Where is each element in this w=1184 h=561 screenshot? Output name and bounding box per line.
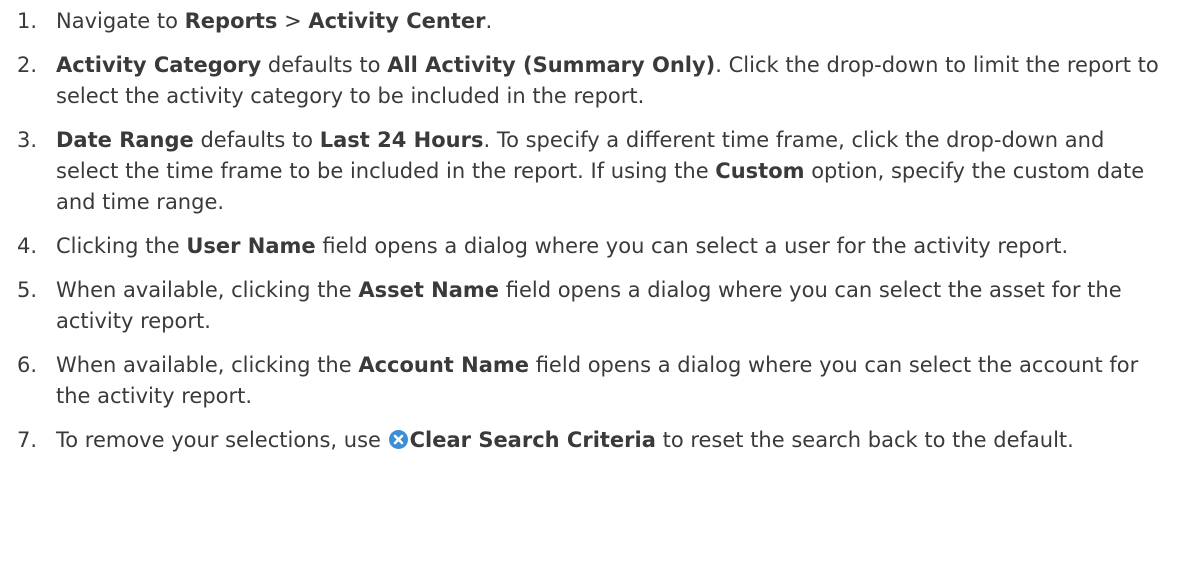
instruction-steps: 1. Navigate to Reports > Activity Center.…: [0, 6, 1184, 456]
clear-search-icon: [388, 430, 408, 449]
step-text: defaults to: [193, 128, 320, 152]
step-text: defaults to: [261, 53, 388, 77]
step-number: 6.: [17, 353, 38, 377]
step-number: 2.: [17, 53, 38, 77]
step-text: .: [485, 9, 493, 33]
bold-term: Date Range: [56, 128, 194, 152]
bold-term: Last 24 Hours: [319, 128, 484, 152]
step-2: 2. Activity Category defaults to All Acti…: [0, 50, 1184, 112]
step-text: To remove your selections, use: [56, 428, 388, 452]
step-7: 7. To remove your selections, use Clear S…: [0, 425, 1184, 456]
bold-term: Account Name: [358, 353, 530, 377]
bold-term: User Name: [186, 234, 316, 258]
step-1: 1. Navigate to Reports > Activity Center.: [0, 6, 1184, 37]
step-number: 4.: [17, 234, 38, 258]
bold-term: Asset Name: [358, 278, 500, 302]
step-6: 6. When available, clicking the Account N…: [0, 350, 1184, 412]
step-text: When available, clicking the: [56, 353, 359, 377]
step-text: Navigate to: [56, 9, 185, 33]
step-text: to reset the search back to the default.: [655, 428, 1074, 452]
bold-term: Custom: [715, 159, 805, 183]
step-3: 3. Date Range defaults to Last 24 Hours. …: [0, 125, 1184, 218]
step-4: 4. Clicking the User Name field opens a d…: [0, 231, 1184, 262]
step-number: 1.: [17, 9, 38, 33]
bold-term: Clear Search Criteria: [409, 428, 656, 452]
step-text: field opens a dialog where you can selec…: [315, 234, 1069, 258]
step-5: 5. When available, clicking the Asset Nam…: [0, 275, 1184, 337]
step-text: When available, clicking the: [56, 278, 359, 302]
step-number: 3.: [17, 128, 38, 152]
step-text: >: [277, 9, 309, 33]
bold-term: All Activity (Summary Only): [387, 53, 716, 77]
bold-term: Activity Category: [56, 53, 262, 77]
step-text: Clicking the: [56, 234, 187, 258]
step-number: 5.: [17, 278, 38, 302]
step-number: 7.: [17, 428, 38, 452]
bold-term: Reports: [184, 9, 278, 33]
bold-term: Activity Center: [308, 9, 486, 33]
